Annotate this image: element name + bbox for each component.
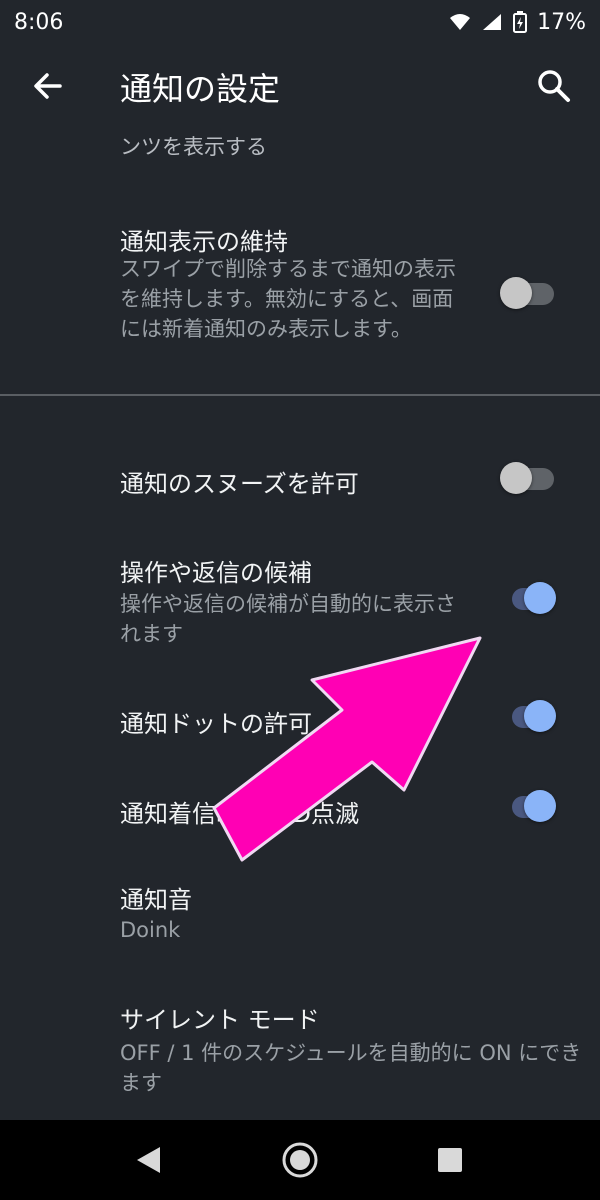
setting-title: 通知のスヌーズを許可 <box>120 470 359 498</box>
app-bar: 通知の設定 <box>0 44 600 132</box>
suggested-actions-switch[interactable] <box>500 578 556 618</box>
setting-snooze[interactable]: 通知のスヌーズを許可 <box>0 440 600 520</box>
switch-thumb <box>524 790 556 822</box>
switch-thumb <box>524 582 556 614</box>
setting-title: 操作や返信の候補 <box>120 559 312 587</box>
setting-summary: 操作や返信の候補が自動的に表示されます <box>120 592 456 646</box>
snooze-switch[interactable] <box>500 458 556 498</box>
setting-title: 通知ドットの許可 <box>120 710 312 738</box>
setting-summary: OFF / 1 件のスケジュールを自動的に ON にできます <box>120 1041 582 1095</box>
setting-title: 通知着信時のLED点滅 <box>120 800 360 828</box>
search-icon[interactable] <box>532 64 576 108</box>
status-bar: 8:06 17% <box>0 0 600 44</box>
keep-notifications-switch[interactable] <box>500 273 556 313</box>
setting-title: サイレント モード <box>120 1006 320 1034</box>
switch-thumb <box>524 700 556 732</box>
notification-dot-switch[interactable] <box>500 696 556 736</box>
navigation-bar <box>0 1120 600 1200</box>
status-icons: 17% <box>449 10 586 35</box>
setting-summary: スワイプで削除するまで通知の表示を維持します。無効にすると、画面には新着通知のみ… <box>120 257 456 341</box>
switch-thumb <box>500 277 532 309</box>
wifi-icon <box>450 14 471 30</box>
setting-title: 通知表示の維持 <box>120 228 288 256</box>
led-blink-switch[interactable] <box>500 786 556 826</box>
setting-notification-sound[interactable]: 通知音 Doink <box>0 870 600 960</box>
setting-do-not-disturb[interactable]: サイレント モード OFF / 1 件のスケジュールを自動的に ON にできます <box>0 990 600 1100</box>
back-arrow-icon[interactable] <box>28 66 68 106</box>
nav-home-icon[interactable] <box>280 1140 320 1180</box>
nav-recents-icon[interactable] <box>437 1147 463 1173</box>
status-time: 8:06 <box>14 9 64 35</box>
battery-percent: 17% <box>537 9 586 35</box>
setting-keep-notifications[interactable]: 通知表示の維持 スワイプで削除するまで通知の表示を維持します。無効にすると、画面… <box>0 200 600 380</box>
setting-suggested-actions[interactable]: 操作や返信の候補 操作や返信の候補が自動的に表示されます <box>0 545 600 655</box>
battery-charging-icon <box>513 11 528 33</box>
signal-icon <box>483 14 502 30</box>
nav-back-icon[interactable] <box>134 1144 164 1176</box>
setting-title: 通知音 <box>120 886 192 914</box>
setting-summary: Doink <box>120 918 181 942</box>
switch-thumb <box>500 462 532 494</box>
section-divider <box>0 394 600 396</box>
setting-led-blink[interactable]: 通知着信時のLED点滅 <box>0 770 600 850</box>
setting-notification-dot[interactable]: 通知ドットの許可 <box>0 680 600 760</box>
page-title: 通知の設定 <box>120 70 281 108</box>
partial-summary: ンツを表示する <box>120 135 267 159</box>
